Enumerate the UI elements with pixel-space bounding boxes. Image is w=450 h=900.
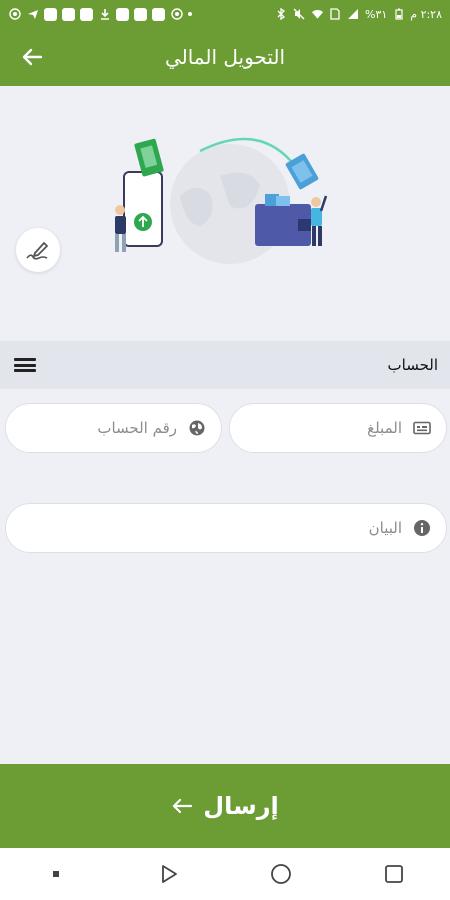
- globe-icon: [187, 418, 207, 438]
- nav-recents-button[interactable]: [374, 854, 414, 894]
- mute-icon: [293, 8, 306, 21]
- statement-field[interactable]: [5, 503, 447, 553]
- app-icon: [62, 7, 75, 21]
- battery-percent: %٣١: [364, 7, 388, 21]
- amount-field[interactable]: [229, 403, 447, 453]
- account-number-field[interactable]: [5, 403, 222, 453]
- app-icon: [44, 7, 57, 21]
- app-icon: [152, 7, 165, 21]
- send-button[interactable]: إرسال: [0, 764, 450, 848]
- hamburger-menu-icon[interactable]: [14, 356, 36, 374]
- arrow-left-icon: [173, 798, 193, 814]
- amount-input[interactable]: [244, 419, 402, 437]
- bluetooth-icon: [275, 8, 288, 21]
- page-title: التحويل المالي: [164, 45, 286, 69]
- whatsapp-icon: [170, 8, 183, 21]
- send-button-label: إرسال: [203, 792, 279, 820]
- wifi-icon: [311, 8, 324, 21]
- dot-icon: [53, 871, 60, 877]
- back-button[interactable]: [18, 43, 46, 71]
- app-icon: [116, 7, 129, 21]
- telegram-icon: [26, 8, 39, 21]
- status-time: ٢:٢٨ م: [410, 7, 442, 21]
- transfer-illustration-area: [0, 86, 450, 341]
- account-number-input[interactable]: [20, 419, 177, 437]
- more-notifications-dot: [188, 12, 192, 16]
- card-icon: [412, 418, 432, 438]
- statement-input[interactable]: [20, 519, 402, 537]
- status-bar: %٣١ ٢:٢٨ م: [0, 0, 450, 28]
- money-transfer-illustration: [115, 137, 328, 264]
- download-icon: [98, 8, 111, 21]
- info-icon: [412, 518, 432, 538]
- notification-icons: [8, 7, 192, 21]
- battery-icon: [392, 8, 405, 21]
- app-bar: التحويل المالي: [0, 28, 450, 86]
- system-navigation-bar: [0, 848, 450, 900]
- whatsapp-icon: [8, 8, 21, 21]
- app-icon: [80, 7, 93, 21]
- app-icon: [134, 7, 147, 21]
- home-circle-icon: [271, 864, 292, 884]
- nav-home-button[interactable]: [261, 854, 301, 894]
- system-icons: %٣١ ٢:٢٨ م: [275, 8, 442, 21]
- back-triangle-icon: [161, 865, 177, 883]
- account-section-header: الحساب: [0, 341, 450, 389]
- sim-icon: [329, 8, 342, 21]
- nav-back-button[interactable]: [149, 854, 189, 894]
- account-label: الحساب: [387, 356, 439, 374]
- signal-icon: [347, 8, 360, 21]
- arrow-left-icon: [22, 48, 43, 66]
- signature-edit-button[interactable]: [16, 228, 60, 272]
- signature-pen-icon: [26, 242, 48, 260]
- recents-square-icon: [384, 865, 403, 883]
- nav-dot-button[interactable]: [36, 854, 76, 894]
